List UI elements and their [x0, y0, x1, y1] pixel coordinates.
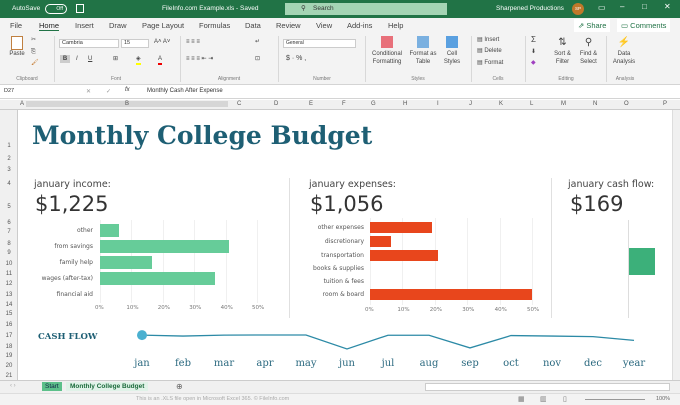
status-text: This is an .XLS file open in Microsoft E…: [136, 396, 290, 402]
page-break-view-icon[interactable]: ▯: [563, 395, 567, 403]
zoom-level: 100%: [656, 396, 671, 402]
normal-view-icon[interactable]: ▦: [518, 395, 525, 403]
data-point-marker: [137, 330, 147, 341]
zoom-slider[interactable]: [585, 399, 645, 400]
cashflow-line: [141, 334, 635, 350]
month-label: sep: [461, 358, 479, 369]
month-label: jul: [381, 358, 395, 369]
sheet-tab-start[interactable]: Start: [42, 382, 62, 391]
month-label: mar: [213, 358, 235, 369]
month-label: nov: [542, 358, 562, 369]
sheet-tab-monthly-college-budget[interactable]: Monthly College Budget: [66, 382, 149, 391]
month-label: year: [622, 358, 646, 369]
add-sheet-icon[interactable]: ⊕: [176, 382, 183, 391]
month-label: apr: [256, 358, 274, 369]
month-label: may: [295, 358, 317, 369]
page-layout-view-icon[interactable]: ▥: [540, 395, 547, 403]
tab-scroll-icon[interactable]: ‹ ›: [10, 383, 16, 389]
month-label: oct: [503, 358, 519, 369]
cashflow-line-chart: [137, 330, 635, 350]
month-label: jun: [339, 358, 355, 369]
sheet-tabs-bar: ‹ › Start Monthly College Budget ⊕: [0, 380, 680, 393]
month-label: jan: [134, 358, 150, 369]
month-label: dec: [584, 358, 602, 369]
month-label: feb: [174, 358, 192, 369]
month-label: aug: [419, 358, 439, 369]
status-bar: This is an .XLS file open in Microsoft E…: [0, 393, 680, 405]
horizontal-scrollbar[interactable]: [425, 383, 670, 391]
